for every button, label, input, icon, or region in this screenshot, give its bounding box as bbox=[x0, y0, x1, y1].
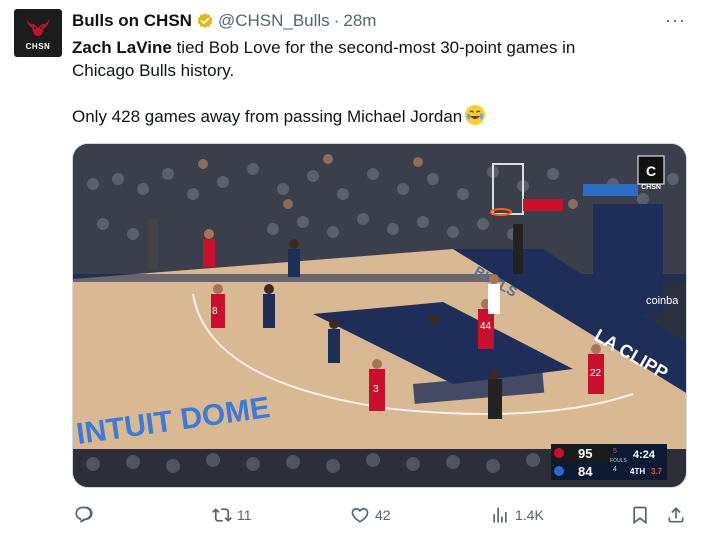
reply-icon bbox=[75, 506, 93, 523]
display-name[interactable]: Bulls on CHSN bbox=[72, 11, 192, 31]
views-button[interactable]: 1.4K bbox=[490, 505, 544, 525]
away-score: 84 bbox=[578, 464, 593, 479]
sponsor-text: coinba bbox=[646, 295, 679, 307]
avatar-text: CHSN bbox=[25, 42, 51, 51]
svg-text:3: 3 bbox=[373, 384, 379, 395]
network-bug-text: CHSN bbox=[641, 184, 661, 191]
bookmark-icon bbox=[633, 506, 647, 525]
repost-icon bbox=[212, 508, 232, 522]
tweet-actions: 11 42 1.4K bbox=[72, 505, 692, 529]
fouls-home: 5 bbox=[613, 448, 617, 455]
timestamp[interactable]: 28m bbox=[343, 11, 376, 31]
tweet-line-1-rest: tied Bob Love for the second-most 30-poi… bbox=[171, 38, 576, 57]
separator-dot: · bbox=[333, 11, 340, 30]
game-clock: 4:24 bbox=[633, 449, 656, 461]
verified-badge-icon bbox=[197, 13, 213, 29]
tweet[interactable]: CHSN Bulls on CHSN @CHSN_Bulls · 28m ···… bbox=[0, 0, 704, 541]
svg-text:C: C bbox=[646, 163, 656, 179]
home-score: 95 bbox=[578, 446, 592, 461]
basketball-game-image: coinba BULLS LA CLIPP INTUIT DOME 8 44 3 bbox=[73, 144, 686, 487]
views-chart-icon bbox=[493, 507, 507, 523]
tweet-header: Bulls on CHSN @CHSN_Bulls · 28m bbox=[72, 10, 376, 32]
tweet-media-video[interactable]: coinba BULLS LA CLIPP INTUIT DOME 8 44 3 bbox=[72, 143, 687, 488]
repost-count: 11 bbox=[237, 507, 252, 523]
avatar[interactable]: CHSN bbox=[14, 9, 62, 57]
svg-text:8: 8 bbox=[212, 306, 218, 317]
bookmark-button[interactable] bbox=[630, 505, 650, 525]
handle[interactable]: @CHSN_Bulls bbox=[218, 11, 330, 31]
scoreboard: 95 84 5 FOULS 4 4:24 4TH 3.7 bbox=[551, 444, 667, 480]
share-button[interactable] bbox=[666, 505, 686, 525]
fouls-away: 4 bbox=[613, 466, 617, 473]
reply-button[interactable] bbox=[74, 505, 99, 525]
bulls-logo-icon bbox=[26, 18, 50, 36]
svg-text:44: 44 bbox=[480, 321, 492, 332]
more-options-icon[interactable]: ··· bbox=[665, 10, 686, 31]
svg-text:22: 22 bbox=[590, 368, 602, 379]
shot-clock: 3.7 bbox=[651, 467, 663, 476]
tweet-line-2: Chicago Bulls history. bbox=[72, 61, 235, 80]
like-count: 42 bbox=[375, 507, 391, 523]
tweet-line-1: Zach LaVine tied Bob Love for the second… bbox=[72, 36, 672, 59]
laughing-emoji-icon bbox=[465, 105, 486, 125]
tweet-line-3: Only 428 games away from passing Michael… bbox=[72, 105, 672, 128]
tweet-line-3-text: Only 428 games away from passing Michael… bbox=[72, 107, 463, 126]
fouls-label: FOULS bbox=[610, 458, 627, 464]
like-button[interactable]: 42 bbox=[350, 505, 391, 525]
repost-button[interactable]: 11 bbox=[212, 505, 252, 525]
heart-icon bbox=[351, 507, 369, 523]
quarter: 4TH bbox=[630, 467, 645, 476]
views-count: 1.4K bbox=[515, 507, 544, 523]
mention-link[interactable]: Zach LaVine bbox=[72, 38, 172, 57]
share-icon bbox=[668, 507, 684, 523]
tweet-text: Zach LaVine tied Bob Love for the second… bbox=[72, 36, 672, 128]
